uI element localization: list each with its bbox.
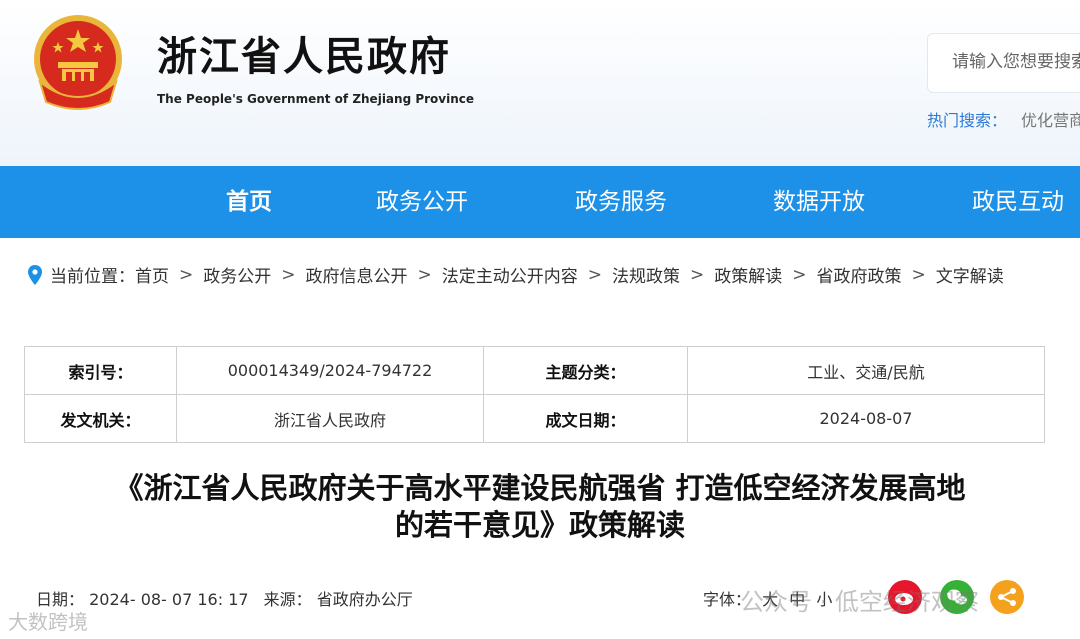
hot-search-keyword[interactable]: 优化营商环境 <box>1021 111 1080 130</box>
breadcrumb-separator: > <box>792 264 807 285</box>
breadcrumb-item[interactable]: 政务公开 <box>203 262 271 287</box>
breadcrumb-separator: > <box>587 264 602 285</box>
main-nav: 首页 政务公开 政务服务 数据开放 政民互动 <box>0 166 1080 238</box>
search-input[interactable] <box>950 51 1080 73</box>
search-box[interactable] <box>927 33 1080 93</box>
hot-search: 热门搜索： 优化营商环境 <box>927 107 1080 131</box>
issuer-value: 浙江省人民政府 <box>176 394 484 443</box>
article-title-line: 的若干意见》政策解读 <box>394 508 685 542</box>
font-label: 字体： <box>703 590 752 609</box>
breadcrumb-prefix: 当前位置： <box>50 267 135 287</box>
article-title: 《浙江省人民政府关于高水平建设民航强省 打造低空经济发展高地 的若干意见》政策解… <box>0 470 1080 544</box>
national-emblem-icon <box>34 15 122 110</box>
date-label: 日期： <box>36 590 85 609</box>
font-size-small[interactable]: 小 <box>816 590 832 609</box>
issuer-label: 发文机关： <box>24 394 177 443</box>
index-value: 000014349/2024-794722 <box>176 346 484 395</box>
source-value: 省政府办公厅 <box>316 590 413 609</box>
breadcrumb-separator: > <box>179 264 194 285</box>
site-subtitle: The People's Government of Zhejiang Prov… <box>157 92 475 106</box>
weibo-share-icon[interactable] <box>888 580 922 614</box>
nav-item-open-data[interactable]: 数据开放 <box>773 166 865 238</box>
article-title-line: 《浙江省人民政府关于高水平建设民航强省 打造低空经济发展高地 <box>114 471 966 505</box>
topic-value: 工业、交通/民航 <box>687 346 1045 395</box>
breadcrumb-separator: > <box>690 264 705 285</box>
site-header: 浙江省人民政府 The People's Government of Zheji… <box>0 0 1080 166</box>
share-icon <box>998 588 1016 606</box>
breadcrumb: 当前位置： 首页 > 政务公开 > 政府信息公开 > 法定主动公开内容 > 法规… <box>28 262 1004 287</box>
publish-date: 2024- 08- 07 16: 17 <box>89 590 249 609</box>
breadcrumb-separator: > <box>417 264 432 285</box>
nav-item-interaction[interactable]: 政民互动 <box>972 166 1064 238</box>
site-title: 浙江省人民政府 <box>157 33 451 80</box>
font-size-medium[interactable]: 中 <box>789 590 805 609</box>
nav-item-gov-affairs-public[interactable]: 政务公开 <box>376 166 468 238</box>
breadcrumb-item[interactable]: 法规政策 <box>612 262 680 287</box>
nav-item-home[interactable]: 首页 <box>226 166 272 238</box>
watermark-left: 大数跨境 <box>8 610 88 634</box>
location-pin-icon <box>28 264 42 285</box>
date-value: 2024-08-07 <box>687 394 1045 443</box>
hot-search-label: 热门搜索： <box>927 111 1008 130</box>
weibo-icon <box>895 593 913 605</box>
more-share-icon[interactable] <box>990 580 1024 614</box>
breadcrumb-item[interactable]: 省政府政策 <box>817 262 902 287</box>
breadcrumb-item[interactable]: 政府信息公开 <box>306 262 408 287</box>
nav-item-gov-services[interactable]: 政务服务 <box>575 166 667 238</box>
table-row: 索引号： 000014349/2024-794722 主题分类： 工业、交通/民… <box>24 346 1045 395</box>
document-meta-table: 索引号： 000014349/2024-794722 主题分类： 工业、交通/民… <box>24 346 1045 443</box>
breadcrumb-item[interactable]: 政策解读 <box>714 262 782 287</box>
font-size-control: 字体： 大 中 小 <box>703 586 832 610</box>
index-label: 索引号： <box>24 346 177 395</box>
topic-label: 主题分类： <box>483 346 688 395</box>
date-label: 成文日期： <box>483 394 688 443</box>
article-info: 日期： 2024- 08- 07 16: 17 来源： 省政府办公厅 <box>36 586 413 610</box>
breadcrumb-item[interactable]: 法定主动公开内容 <box>442 262 578 287</box>
breadcrumb-separator: > <box>911 264 926 285</box>
wechat-icon <box>947 589 967 605</box>
font-size-large[interactable]: 大 <box>762 590 778 609</box>
source-label: 来源： <box>263 590 312 609</box>
breadcrumb-separator: > <box>281 264 296 285</box>
breadcrumb-item[interactable]: 文字解读 <box>936 262 1004 287</box>
table-row: 发文机关： 浙江省人民政府 成文日期： 2024-08-07 <box>24 394 1045 443</box>
breadcrumb-item[interactable]: 首页 <box>135 262 169 287</box>
wechat-share-icon[interactable] <box>940 580 974 614</box>
